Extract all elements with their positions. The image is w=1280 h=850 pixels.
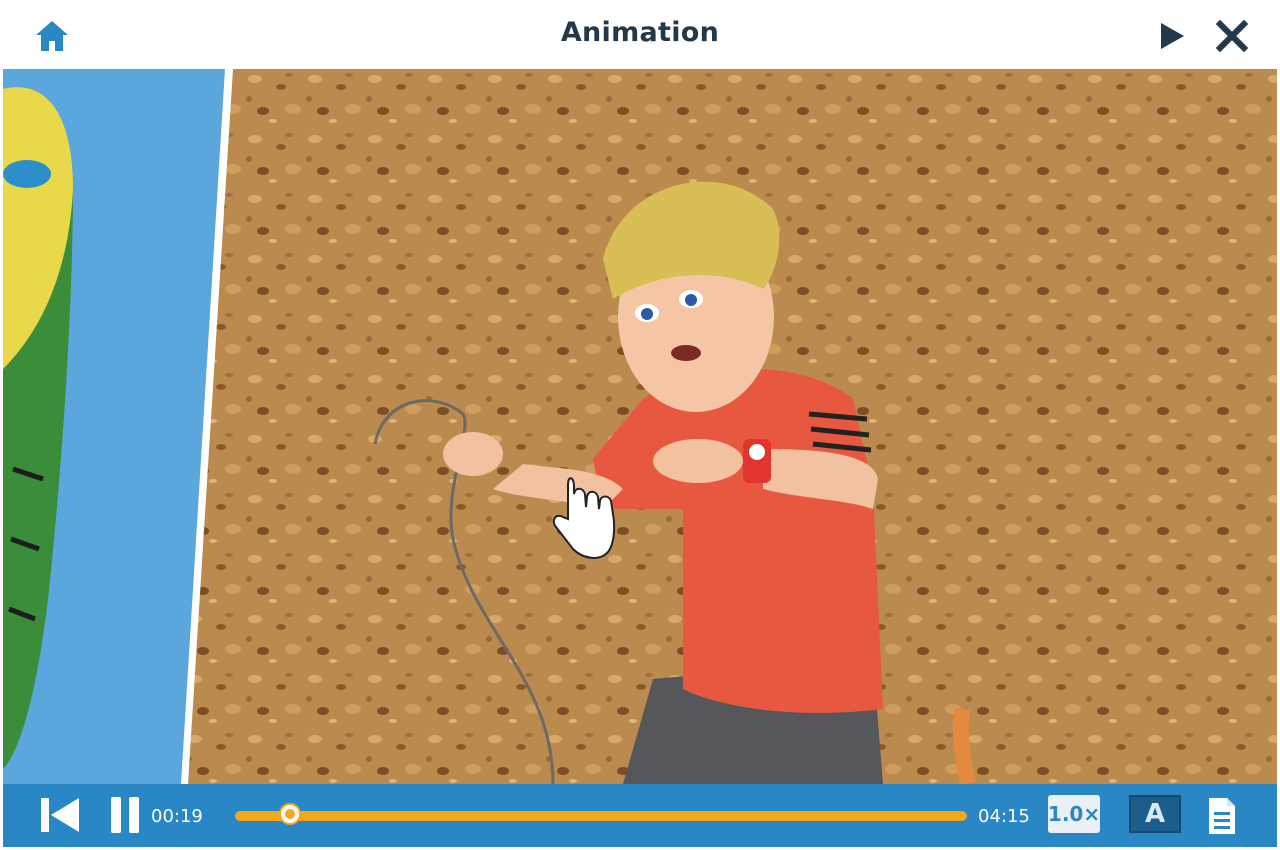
pause-button[interactable] xyxy=(105,794,145,836)
play-button[interactable] xyxy=(1153,17,1191,55)
pause-icon xyxy=(111,797,139,833)
header-bar: Animation xyxy=(3,3,1277,69)
progress-thumb[interactable] xyxy=(278,803,301,825)
playback-speed-button[interactable]: 1.0× xyxy=(1048,795,1100,833)
current-time: 00:19 xyxy=(151,806,203,827)
player-controls: 00:19 04:15 1.0× A xyxy=(3,784,1277,847)
skip-back-button[interactable] xyxy=(37,794,83,836)
play-icon xyxy=(1161,23,1184,49)
document-icon xyxy=(1209,798,1235,834)
transcript-button[interactable] xyxy=(1205,794,1239,838)
subtitles-button[interactable]: A xyxy=(1129,795,1181,833)
page-title: Animation xyxy=(560,17,720,48)
skip-back-icon xyxy=(41,798,79,832)
close-button[interactable] xyxy=(1213,17,1251,55)
animation-scene xyxy=(3,69,1277,784)
animation-player-window: Animation 00:19 04:15 1.0× A xyxy=(3,3,1277,847)
video-frame[interactable] xyxy=(3,69,1277,784)
progress-bar[interactable] xyxy=(235,803,967,825)
close-icon xyxy=(1216,20,1248,52)
total-time: 04:15 xyxy=(978,806,1030,827)
